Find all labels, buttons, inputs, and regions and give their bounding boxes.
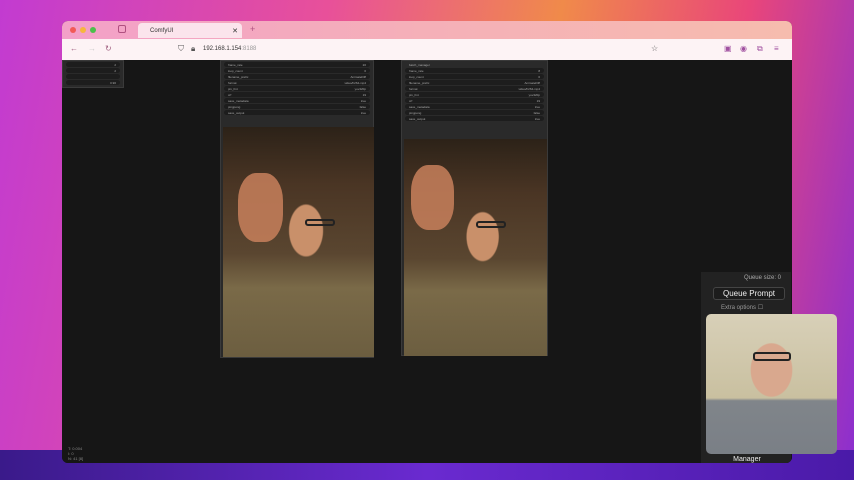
widget-label: pingpong: [409, 110, 422, 115]
widget-format[interactable]: format video/h264-mp4: [405, 86, 544, 91]
video-preview-1: [223, 127, 374, 357]
widget-crf[interactable]: crf 19: [224, 92, 370, 97]
manager-button[interactable]: Manager: [707, 455, 787, 463]
widget-label: format: [409, 86, 418, 91]
widget-value: 0: [364, 68, 366, 73]
widget-value: false: [359, 104, 366, 109]
widget-label: frame_rate: [228, 62, 243, 67]
widget-value: 0: [538, 74, 540, 79]
widget-value: AnimateDiff: [350, 74, 366, 79]
widget-value: true: [360, 98, 366, 103]
widget-label: format: [228, 80, 237, 85]
widget-label: pingpong: [228, 104, 241, 109]
widget-pix_fmt[interactable]: pix_fmt yuv420p: [405, 92, 544, 97]
bookmark-star-icon[interactable]: ☆: [651, 44, 658, 53]
pocket-save-icon[interactable]: ▣: [724, 44, 732, 53]
queue-prompt-button[interactable]: Queue Prompt: [713, 287, 785, 300]
widget-value: 19: [536, 98, 540, 103]
glasses: [475, 221, 506, 229]
menu-icon[interactable]: ≡: [774, 44, 779, 53]
widget-filename_prefix[interactable]: filename_prefix AnimateDiff: [224, 74, 370, 79]
widget-value: true: [360, 110, 366, 115]
tab-title: ComfyUI: [150, 27, 174, 34]
url-bar: ← → ↻ ⛉ 🔒︎ 192.168.1.154:8188 ☆ ▣ ◉ ⧉ ≡: [62, 39, 792, 60]
widget-label: loop_count: [228, 68, 243, 73]
back-icon[interactable]: ←: [70, 44, 78, 53]
widget-label: pix_fmt: [409, 92, 419, 97]
widget[interactable]: 2: [66, 68, 120, 73]
widget-value: 20: [362, 62, 366, 67]
node-title: batch_manager: [409, 62, 430, 67]
widget-value: false: [533, 110, 540, 115]
widget-value: yuv420p: [528, 92, 540, 97]
glasses: [304, 219, 335, 226]
widget-filename_prefix[interactable]: filename_prefix AnimateDiff: [405, 80, 544, 85]
widget-pingpong[interactable]: pingpong false: [405, 110, 544, 115]
widget-pingpong[interactable]: pingpong false: [224, 104, 370, 109]
widget-label: loop_count: [409, 74, 424, 79]
forward-icon[interactable]: →: [88, 44, 96, 53]
account-icon[interactable]: ◉: [740, 44, 747, 53]
widget-value: 8: [538, 68, 540, 73]
widget-format[interactable]: format video/h264-mp4: [224, 80, 370, 85]
widget-label: pix_fmt: [228, 86, 238, 91]
partial-node[interactable]: 2 2 0.90: [62, 60, 124, 88]
queue-size: Queue size: 0: [743, 275, 781, 281]
url-input[interactable]: 192.168.1.154:8188: [203, 46, 256, 52]
maximize-window-button[interactable]: [90, 27, 96, 33]
widget-value: true: [534, 116, 540, 121]
minimize-window-button[interactable]: [80, 27, 86, 33]
glasses: [753, 352, 791, 361]
canvas-stats: T: 0.004 I: 0 N: 41 [8]: [68, 446, 84, 461]
widget-value: video/h264-mp4: [518, 86, 540, 91]
extra-options-checkbox[interactable]: Extra options ☐: [721, 304, 763, 311]
extensions-icon[interactable]: ⧉: [757, 44, 763, 54]
widget-save_output[interactable]: save_output true: [224, 110, 370, 115]
new-tab-button[interactable]: +: [250, 24, 255, 34]
widget-value: AnimateDiff: [524, 80, 540, 85]
comfyui-canvas[interactable]: 2 2 0.90 frame_rate 20 loop_count 0 filename…: [62, 60, 792, 463]
widget-value: true: [534, 104, 540, 109]
widget-label: filename_prefix: [409, 80, 430, 85]
widget-value: video/h264-mp4: [344, 80, 366, 85]
widget-label: save_output: [409, 116, 426, 121]
pocket-icon[interactable]: [118, 25, 126, 33]
widget-label: save_metadata: [409, 104, 430, 109]
widget[interactable]: [66, 74, 120, 79]
widget-value: yuv420p: [354, 86, 366, 91]
widget-frame_rate[interactable]: frame_rate 20: [224, 62, 370, 67]
browser-window: ComfyUI ✕ + ← → ↻ ⛉ 🔒︎ 192.168.1.154:8188…: [62, 21, 792, 463]
widget-label: crf: [228, 92, 232, 97]
widget-crf[interactable]: crf 19: [405, 98, 544, 103]
reload-icon[interactable]: ↻: [105, 44, 112, 53]
widget[interactable]: 0.90: [66, 80, 120, 85]
close-tab-icon[interactable]: ✕: [232, 27, 238, 35]
widget-value: 19: [362, 92, 366, 97]
widget-save_metadata[interactable]: save_metadata true: [224, 98, 370, 103]
widget-label: crf: [409, 98, 413, 103]
video-preview-2: [404, 139, 547, 356]
widget-loop_count[interactable]: loop_count 0: [224, 68, 370, 73]
widget-pix_fmt[interactable]: pix_fmt yuv420p: [224, 86, 370, 91]
widget-label: save_output: [228, 110, 245, 115]
tab-bar: ComfyUI ✕ +: [62, 21, 792, 39]
widget-save_metadata[interactable]: save_metadata true: [405, 104, 544, 109]
widget-loop_count[interactable]: loop_count 0: [405, 74, 544, 79]
widget-label: frame_rate: [409, 68, 424, 73]
close-window-button[interactable]: [70, 27, 76, 33]
lock-icon[interactable]: 🔒︎: [191, 44, 195, 54]
widget-frame_rate[interactable]: frame_rate 8: [405, 68, 544, 73]
webcam-overlay: [706, 314, 837, 454]
widget-label: save_metadata: [228, 98, 249, 103]
widget-label: filename_prefix: [228, 74, 249, 79]
widget-save_output[interactable]: save_output true: [405, 116, 544, 121]
shield-icon[interactable]: ⛉: [178, 44, 184, 54]
widget[interactable]: 2: [66, 62, 120, 67]
tab-comfyui[interactable]: ComfyUI ✕: [138, 23, 242, 38]
